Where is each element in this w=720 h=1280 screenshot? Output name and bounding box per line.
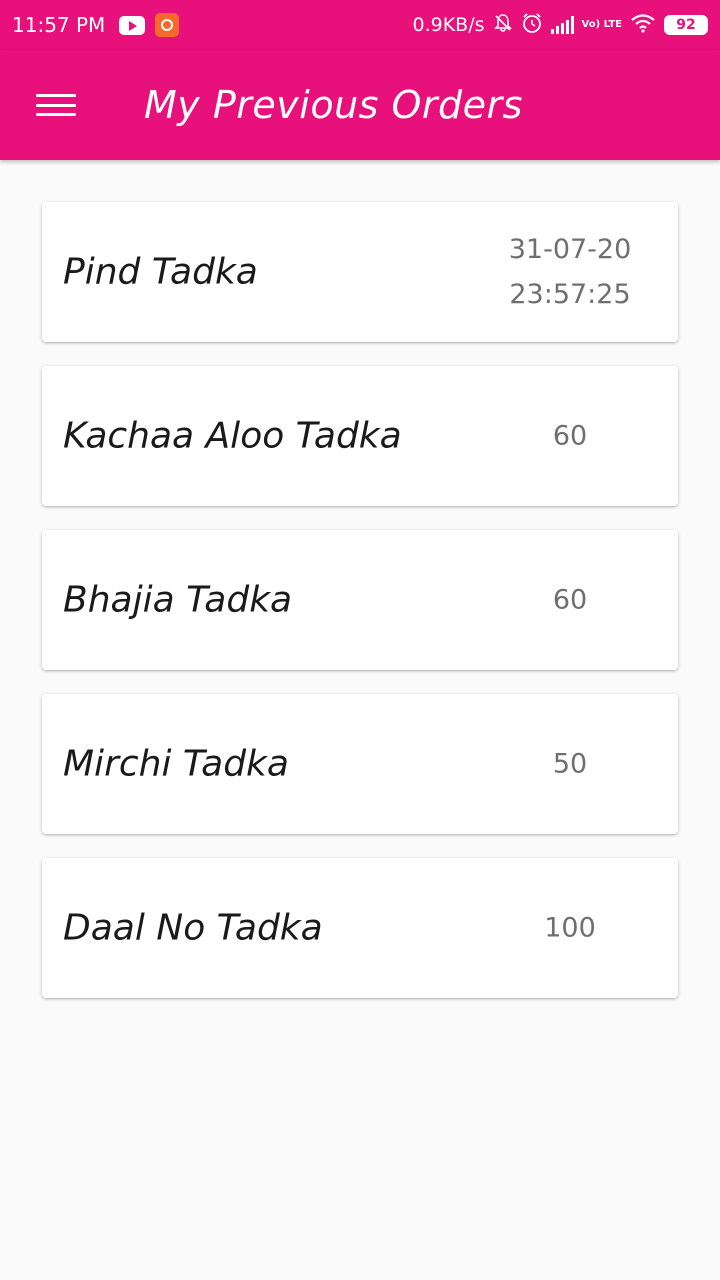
order-price: 60: [552, 420, 588, 452]
mute-bell-icon: [493, 13, 513, 37]
page-title: My Previous Orders: [144, 83, 523, 127]
youtube-icon: [119, 15, 146, 35]
order-card[interactable]: Bhajia Tadka 60: [42, 530, 678, 670]
signal-icon: [550, 16, 574, 34]
wifi-icon: [630, 13, 656, 37]
order-value: 60: [462, 578, 678, 623]
menu-icon[interactable]: [36, 90, 76, 120]
order-value: 31-07-20 23:57:25: [462, 227, 678, 317]
alarm-icon: [521, 12, 543, 38]
status-time: 11:57 PM: [12, 13, 106, 37]
order-value: 60: [462, 414, 678, 459]
order-name: Bhajia Tadka: [63, 579, 293, 621]
battery-icon: 92: [664, 15, 708, 35]
order-value: 100: [462, 906, 678, 951]
network-speed: 0.9KB/s: [412, 14, 485, 36]
screen-recorder-icon: [155, 13, 180, 37]
order-price: 50: [552, 748, 588, 780]
order-name: Kachaa Aloo Tadka: [63, 415, 402, 457]
order-price: 100: [544, 912, 596, 944]
order-time: 23:57:25: [509, 279, 631, 310]
order-price: 60: [552, 584, 588, 616]
order-date: 31-07-20: [508, 234, 632, 265]
status-bar: 11:57 PM 0.9KB/s Vo) LTE 92: [0, 0, 720, 50]
order-value: 50: [462, 742, 678, 787]
order-card[interactable]: Daal No Tadka 100: [42, 858, 678, 998]
order-card[interactable]: Mirchi Tadka 50: [42, 694, 678, 834]
order-card[interactable]: Pind Tadka 31-07-20 23:57:25: [42, 202, 678, 342]
app-bar: My Previous Orders: [0, 50, 720, 160]
order-card[interactable]: Kachaa Aloo Tadka 60: [42, 366, 678, 506]
order-name: Daal No Tadka: [63, 907, 323, 949]
volte-indicator: Vo) LTE: [581, 19, 622, 30]
orders-list: Pind Tadka 31-07-20 23:57:25 Kachaa Aloo…: [42, 202, 678, 1022]
order-name: Pind Tadka: [63, 251, 258, 293]
order-name: Mirchi Tadka: [63, 743, 289, 785]
